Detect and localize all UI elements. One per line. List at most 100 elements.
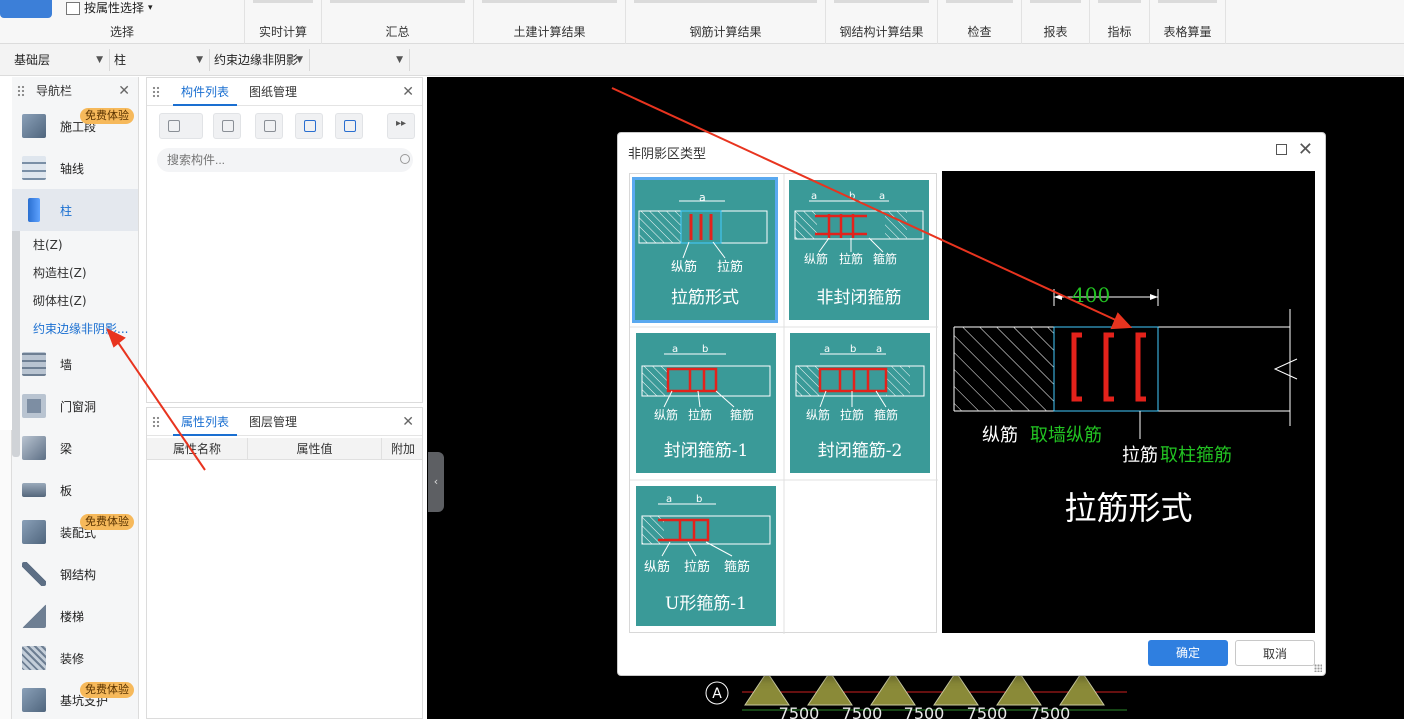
nav-item-axis[interactable]: 轴线 bbox=[12, 147, 138, 189]
nav-item-construction-section[interactable]: 施工段 免费体验 bbox=[12, 105, 138, 147]
ribbon-group-select: 按属性选择 ▾ 选择 bbox=[0, 0, 245, 44]
nav-item-steel-structure[interactable]: 钢结构 bbox=[12, 553, 138, 595]
nav-item-slab[interactable]: 板 bbox=[12, 469, 138, 511]
ok-button[interactable]: 确定 bbox=[1148, 640, 1228, 666]
close-icon[interactable]: ✕ bbox=[1298, 139, 1313, 160]
nav-sub-item-column[interactable]: 柱(Z) bbox=[12, 231, 138, 259]
collapse-panel-handle[interactable]: ‹ bbox=[428, 452, 444, 512]
ribbon-group-rebar-results[interactable]: 钢筋计算结果 bbox=[626, 0, 826, 44]
more-button[interactable]: ▸▸ bbox=[387, 113, 415, 139]
save-template-button[interactable] bbox=[335, 113, 363, 139]
attribute-select-button[interactable]: 按属性选择 ▾ bbox=[66, 0, 153, 16]
tab-component-list[interactable]: 构件列表 bbox=[173, 78, 238, 106]
foundation-pile-cap bbox=[996, 671, 1042, 706]
duplicate-button[interactable] bbox=[295, 113, 323, 139]
ribbon-group-steel-results[interactable]: 钢结构计算结果 bbox=[826, 0, 938, 44]
delete-button[interactable] bbox=[255, 113, 283, 139]
ribbon-group-report[interactable]: 报表 bbox=[1022, 0, 1090, 44]
nav-sub-item-masonry-column[interactable]: 砌体柱(Z) bbox=[12, 287, 138, 315]
preview-label-vertical-rebar: 纵筋 bbox=[982, 425, 1018, 446]
preview-label-tie-bar: 拉筋 bbox=[1122, 445, 1158, 466]
type-tile-grid: a 纵筋 拉筋 拉筋形式 a b a 纵筋 拉筋 箍筋 非封闭箍筋 a b 纵筋… bbox=[629, 173, 938, 634]
chevron-down-icon: ▼ bbox=[396, 55, 403, 65]
foundation-pile-cap bbox=[807, 671, 853, 706]
foundation-pile-cap bbox=[870, 671, 916, 706]
duplicate-icon bbox=[304, 120, 316, 132]
span-dimension: 7500 bbox=[967, 704, 1008, 719]
ribbon-group-index[interactable]: 指标 bbox=[1090, 0, 1150, 44]
dimension-label: a bbox=[824, 344, 831, 355]
type-select[interactable]: 约束边缘非阴影 ▼ bbox=[210, 49, 310, 71]
chevron-left-icon: ‹ bbox=[433, 475, 439, 488]
maximize-icon[interactable] bbox=[1276, 144, 1287, 155]
close-icon[interactable]: ✕ bbox=[402, 84, 414, 100]
more-icon: ▸▸ bbox=[396, 118, 407, 129]
nav-item-stairs[interactable]: 楼梯 bbox=[12, 595, 138, 637]
floor-select-value: 基础层 bbox=[14, 53, 51, 67]
tile-open-stirrup[interactable]: a b a 纵筋 拉筋 箍筋 非封闭箍筋 bbox=[789, 180, 929, 320]
nav-item-decoration[interactable]: 装修 bbox=[12, 637, 138, 679]
dimension-label: b bbox=[702, 344, 709, 355]
dimension-label: a bbox=[672, 344, 679, 355]
type-select-value: 约束边缘非阴影 bbox=[214, 53, 299, 67]
ribbon-group-table[interactable]: 表格算量 bbox=[1150, 0, 1226, 44]
property-list-panel: 属性列表 图层管理 ✕ 属性名称 属性值 附加 bbox=[146, 407, 423, 719]
rebar-label: 纵筋 bbox=[671, 260, 698, 275]
tab-drawing-management[interactable]: 图纸管理 bbox=[241, 78, 305, 106]
nav-sub-item-construct-column[interactable]: 构造柱(Z) bbox=[12, 259, 138, 287]
tile-closed-stirrup-2[interactable]: a b a 纵筋 拉筋 箍筋 封闭箍筋-2 bbox=[790, 333, 930, 473]
nav-item-column[interactable]: 柱 bbox=[12, 189, 138, 231]
ribbon-group-summary[interactable]: 汇总 bbox=[322, 0, 474, 44]
cancel-button[interactable]: 取消 bbox=[1235, 640, 1315, 666]
nav-item-label: 板 bbox=[60, 483, 73, 498]
decoration-icon bbox=[22, 646, 46, 670]
ribbon-group-realtime[interactable]: 实时计算 bbox=[245, 0, 322, 44]
tile-u-stirrup-1[interactable]: a b 纵筋 拉筋 箍筋 U形箍筋-1 bbox=[636, 486, 776, 626]
tab-property-list[interactable]: 属性列表 bbox=[173, 408, 238, 436]
rebar-label: 纵筋 bbox=[806, 408, 831, 422]
tab-layer-management[interactable]: 图层管理 bbox=[241, 408, 305, 436]
span-dimensions: 7500 7500 7500 7500 7500 bbox=[779, 704, 1071, 719]
nav-item-wall[interactable]: 墙 bbox=[12, 343, 138, 385]
drag-grip-icon[interactable] bbox=[17, 85, 25, 97]
attribute-select-label: 按属性选择 bbox=[84, 1, 145, 15]
ribbon-group-civil-results[interactable]: 土建计算结果 bbox=[474, 0, 626, 44]
new-component-button[interactable] bbox=[159, 113, 203, 139]
nav-item-beam[interactable]: 梁 bbox=[12, 427, 138, 469]
preview-diagram bbox=[953, 289, 1298, 439]
component-list-panel: 构件列表 图纸管理 ✕ ▸▸ bbox=[146, 77, 423, 403]
floor-select[interactable]: 基础层 ▼ bbox=[0, 49, 110, 71]
tile-name: U形箍筋-1 bbox=[665, 594, 747, 614]
rebar-label: 纵筋 bbox=[654, 408, 679, 422]
search-input[interactable] bbox=[157, 148, 413, 172]
tile-name: 拉筋形式 bbox=[671, 288, 739, 308]
nav-sub-item-boundary-non-shadow[interactable]: 约束边缘非阴影... bbox=[12, 315, 138, 343]
rebar-label: 拉筋 bbox=[717, 260, 744, 275]
nav-item-foundation-pit[interactable]: 基坑支护 免费体验 bbox=[12, 679, 138, 721]
copy-button[interactable] bbox=[213, 113, 241, 139]
rebar-label: 箍筋 bbox=[730, 408, 755, 422]
nav-item-door-window[interactable]: 门窗洞 bbox=[12, 385, 138, 427]
nav-item-label: 墙 bbox=[60, 357, 73, 372]
dimension-label: a bbox=[666, 494, 673, 505]
nav-item-label: 装修 bbox=[60, 651, 85, 666]
close-icon[interactable]: ✕ bbox=[402, 414, 414, 430]
ribbon-toolbar: 按属性选择 ▾ 选择 实时计算 汇总 土建计算结果 钢筋计算结果 钢结构计算结果… bbox=[0, 0, 1404, 44]
cube-icon bbox=[22, 114, 46, 138]
ribbon-group-check[interactable]: 检查 bbox=[938, 0, 1022, 44]
tile-tie-bar-form[interactable]: a 纵筋 拉筋 拉筋形式 bbox=[632, 177, 778, 323]
resize-grip-icon[interactable] bbox=[1314, 664, 1322, 672]
select-button[interactable] bbox=[0, 0, 52, 18]
free-trial-badge: 免费体验 bbox=[80, 108, 134, 124]
drag-grip-icon[interactable] bbox=[152, 86, 160, 98]
nav-item-label: 楼梯 bbox=[60, 609, 85, 624]
search-icon[interactable] bbox=[400, 154, 410, 164]
drag-grip-icon[interactable] bbox=[152, 416, 160, 428]
ribbon-group-label: 钢筋计算结果 bbox=[689, 25, 762, 39]
tile-closed-stirrup-1[interactable]: a b 纵筋 拉筋 箍筋 封闭箍筋-1 bbox=[636, 333, 776, 473]
span-dimension: 7500 bbox=[779, 704, 820, 719]
close-icon[interactable]: ✕ bbox=[118, 77, 130, 105]
nav-item-prefab[interactable]: 装配式 免费体验 bbox=[12, 511, 138, 553]
component-select[interactable]: ▼ bbox=[310, 49, 410, 71]
category-select[interactable]: 柱 ▼ bbox=[110, 49, 210, 71]
